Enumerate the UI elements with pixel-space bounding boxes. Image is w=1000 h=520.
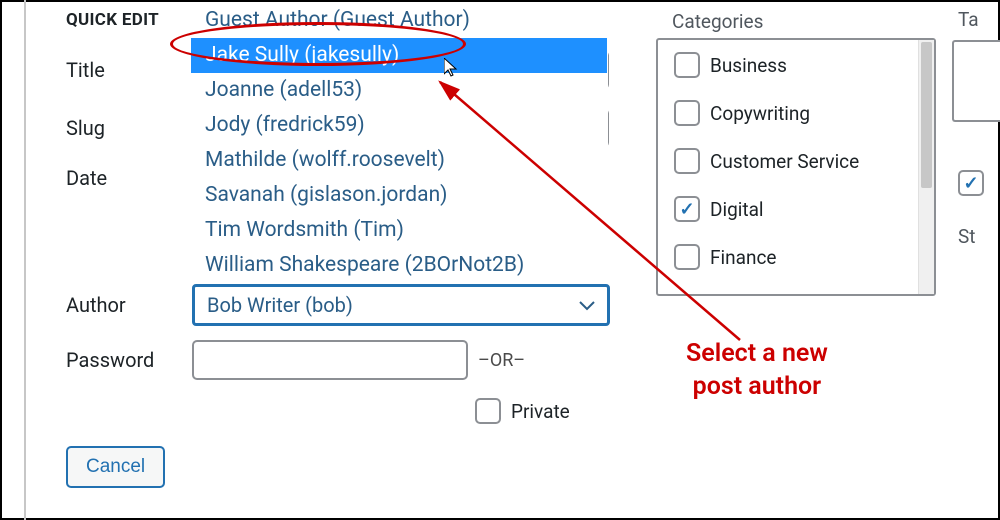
- category-item[interactable]: Digital: [674, 196, 910, 222]
- title-label: Title: [66, 58, 192, 82]
- private-checkbox[interactable]: [475, 398, 501, 424]
- category-label: Digital: [710, 198, 764, 221]
- author-option[interactable]: Tim Wordsmith (Tim): [191, 213, 607, 248]
- category-checkbox[interactable]: [674, 100, 700, 126]
- quick-edit-title: QUICK EDIT: [66, 10, 159, 30]
- chevron-down-icon: [579, 295, 595, 316]
- author-dropdown[interactable]: Guest Author (Guest Author) Jake Sully (…: [190, 2, 608, 284]
- right-checkbox[interactable]: [958, 170, 984, 196]
- author-select[interactable]: Bob Writer (bob): [192, 284, 610, 326]
- categories-list: Business Copywriting Customer Service Di…: [658, 40, 918, 294]
- tags-input-partial[interactable]: [952, 40, 1000, 122]
- category-checkbox[interactable]: [674, 244, 700, 270]
- author-selected-value: Bob Writer (bob): [207, 293, 353, 317]
- category-item[interactable]: Finance: [674, 244, 910, 270]
- category-checkbox[interactable]: [674, 148, 700, 174]
- password-row: Password –OR–: [66, 340, 525, 380]
- slug-label: Slug: [66, 116, 192, 140]
- category-item[interactable]: Copywriting: [674, 100, 910, 126]
- author-option[interactable]: William Shakespeare (2BOrNot2B): [191, 248, 607, 283]
- password-label: Password: [66, 348, 192, 372]
- tags-label-partial: Ta: [958, 8, 979, 31]
- date-row: Date: [66, 166, 192, 190]
- or-text: –OR–: [478, 350, 525, 371]
- category-checkbox[interactable]: [674, 52, 700, 78]
- private-label: Private: [511, 400, 570, 423]
- category-label: Copywriting: [710, 102, 810, 125]
- categories-box: Business Copywriting Customer Service Di…: [656, 38, 936, 296]
- date-label: Date: [66, 166, 192, 190]
- author-row: Author Bob Writer (bob): [66, 284, 610, 326]
- category-item[interactable]: Business: [674, 52, 910, 78]
- author-option[interactable]: Guest Author (Guest Author): [191, 3, 607, 38]
- category-label: Business: [710, 54, 787, 77]
- password-input[interactable]: [192, 340, 468, 380]
- cancel-button[interactable]: Cancel: [66, 446, 165, 488]
- checkbox-icon: [958, 170, 984, 196]
- category-checkbox[interactable]: [674, 196, 700, 222]
- author-option[interactable]: Mathilde (wolff.roosevelt): [191, 143, 607, 178]
- status-label-partial: St: [958, 225, 976, 248]
- category-item[interactable]: Customer Service: [674, 148, 910, 174]
- categories-label: Categories: [672, 10, 763, 33]
- author-label: Author: [66, 293, 192, 317]
- author-option[interactable]: Savanah (gislason.jordan): [191, 178, 607, 213]
- author-option[interactable]: Jody (fredrick59): [191, 108, 607, 143]
- author-option[interactable]: Joanne (adell53): [191, 73, 607, 108]
- panel-left-border: [24, 0, 26, 520]
- author-option[interactable]: Jake Sully (jakesully): [191, 38, 607, 73]
- categories-scrollbar[interactable]: [918, 40, 934, 294]
- private-row: Private: [475, 398, 570, 424]
- category-label: Customer Service: [710, 150, 859, 173]
- category-label: Finance: [710, 246, 776, 269]
